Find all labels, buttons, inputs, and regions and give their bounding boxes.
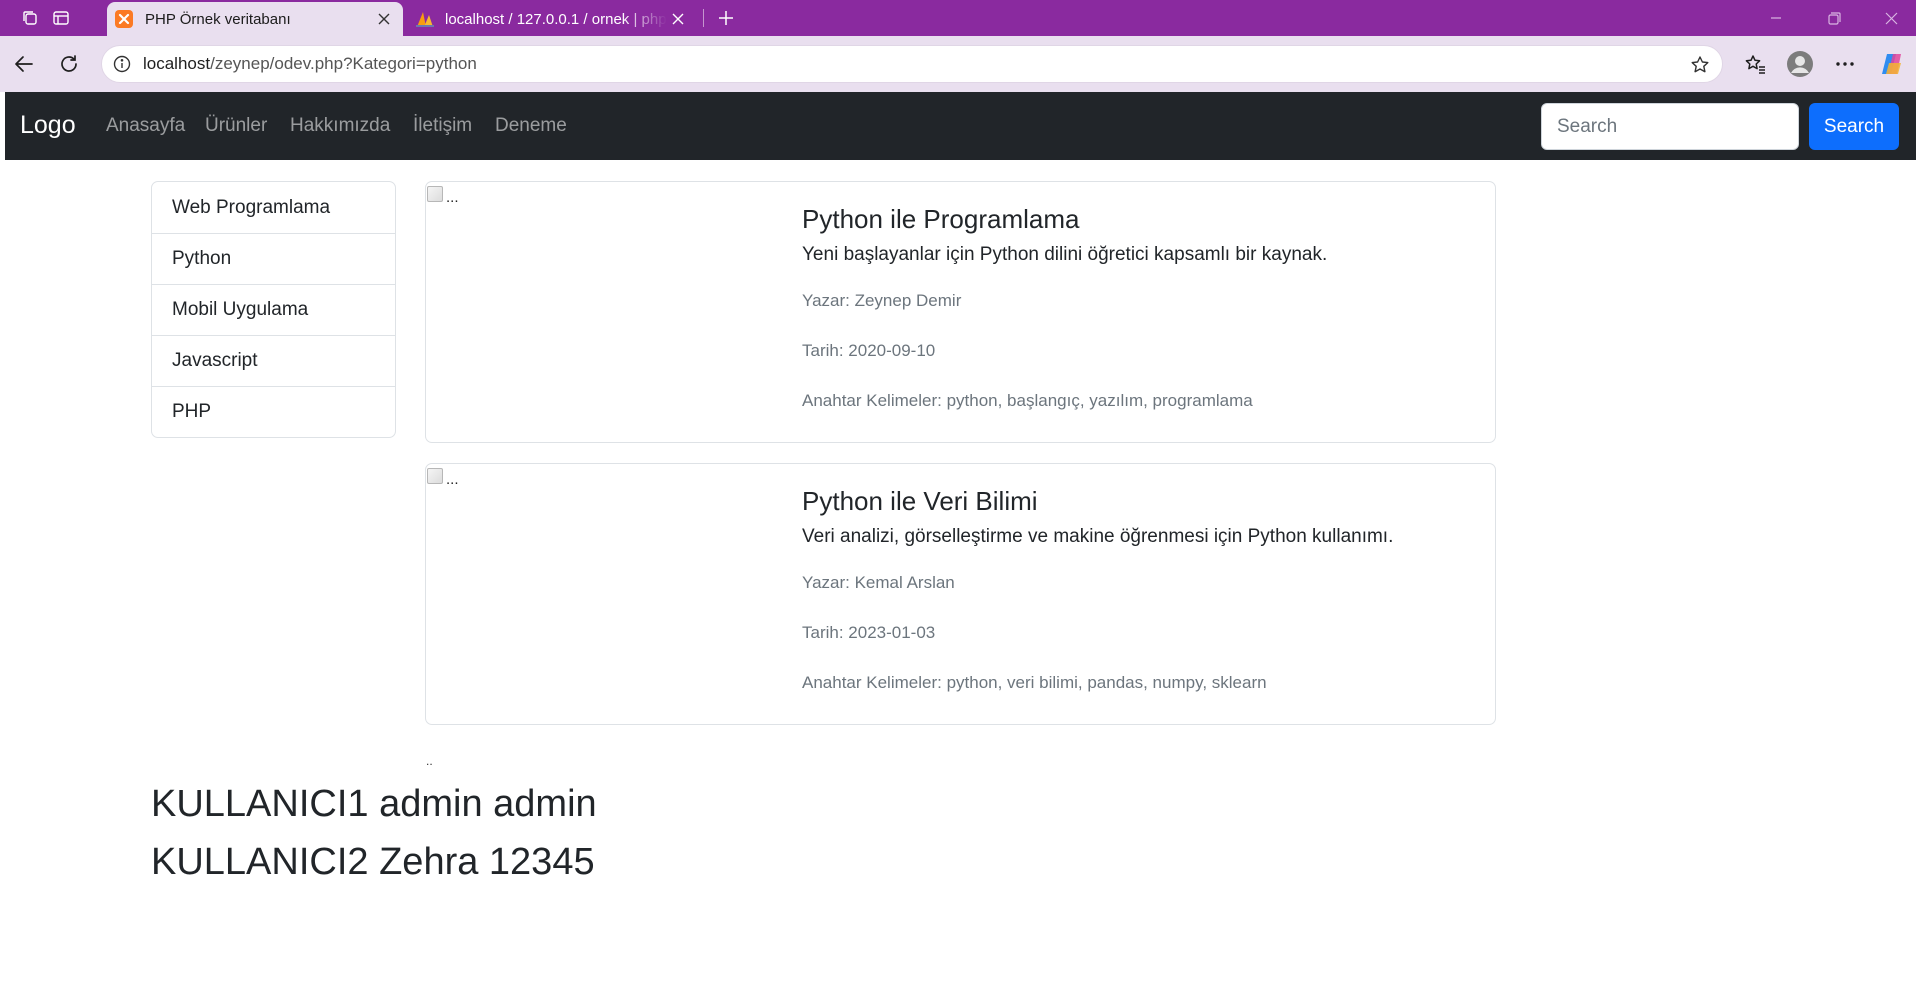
xampp-favicon-icon bbox=[115, 10, 133, 28]
nav-link-iletisim[interactable]: İletişim bbox=[413, 115, 472, 137]
nav-link-anasayfa[interactable]: Anasayfa bbox=[106, 115, 185, 137]
phpmyadmin-favicon-icon bbox=[415, 10, 434, 28]
user-list: KULLANICI1 admin admin KULLANICI2 Zehra … bbox=[151, 775, 597, 891]
card-text: Yeni başlayanlar için Python dilini öğre… bbox=[802, 244, 1328, 265]
nav-link-hakkimizda[interactable]: Hakkımızda bbox=[290, 115, 390, 137]
card-date: Tarih: 2023-01-03 bbox=[802, 623, 936, 642]
browser-toolbar: localhost/zeynep/odev.php?Kategori=pytho… bbox=[0, 36, 1916, 92]
article-card: ... Python ile Programlama Yeni başlayan… bbox=[425, 181, 1496, 443]
tab-title: localhost / 127.0.0.1 / ornek | phpMyAdm… bbox=[445, 10, 667, 28]
nav-link-urunler[interactable]: Ürünler bbox=[205, 115, 267, 137]
broken-image-icon: ... bbox=[427, 468, 459, 488]
user-row: KULLANICI2 Zehra 12345 bbox=[151, 841, 595, 883]
close-tab-icon[interactable] bbox=[373, 8, 395, 30]
site-navbar: Logo Anasayfa Ürünler Hakkımızda İletişi… bbox=[5, 92, 1916, 160]
tab-php-ornek[interactable]: PHP Örnek veritabanı bbox=[107, 2, 403, 36]
category-item-mobil-uygulama[interactable]: Mobil Uygulama bbox=[152, 284, 395, 335]
card-author: Yazar: Zeynep Demir bbox=[802, 291, 962, 310]
card-body: Python ile Programlama Yeni başlayanlar … bbox=[802, 202, 1479, 414]
address-bar[interactable]: localhost/zeynep/odev.php?Kategori=pytho… bbox=[101, 45, 1723, 83]
vertical-tabs-icon[interactable] bbox=[48, 6, 74, 30]
category-item-web-programlama[interactable]: Web Programlama bbox=[152, 182, 395, 233]
url-text: localhost/zeynep/odev.php?Kategori=pytho… bbox=[143, 54, 477, 73]
category-item-javascript[interactable]: Javascript bbox=[152, 335, 395, 386]
category-item-python[interactable]: Python bbox=[152, 233, 395, 284]
tab-title: PHP Örnek veritabanı bbox=[145, 10, 291, 28]
card-title: Python ile Veri Bilimi bbox=[802, 486, 1038, 516]
card-keywords: Anahtar Kelimeler: python, başlangıç, ya… bbox=[802, 391, 1253, 410]
more-options-icon[interactable] bbox=[1829, 48, 1861, 80]
workspaces-icon[interactable] bbox=[17, 6, 43, 30]
browser-tab-bar: PHP Örnek veritabanı localhost / 127.0.0… bbox=[0, 0, 1916, 36]
category-item-php[interactable]: PHP bbox=[152, 386, 395, 437]
site-info-icon[interactable] bbox=[111, 53, 133, 75]
trailing-dots: .. bbox=[426, 754, 433, 768]
card-body: Python ile Veri Bilimi Veri analizi, gör… bbox=[802, 484, 1479, 696]
restore-icon[interactable] bbox=[1814, 4, 1854, 32]
search-button[interactable]: Search bbox=[1809, 103, 1899, 150]
favorite-star-icon[interactable] bbox=[1688, 53, 1712, 77]
favorites-icon[interactable] bbox=[1739, 48, 1771, 80]
tab-separator bbox=[703, 9, 704, 27]
category-list: Web Programlama Python Mobil Uygulama Ja… bbox=[151, 181, 396, 438]
back-icon[interactable] bbox=[8, 48, 40, 80]
card-keywords: Anahtar Kelimeler: python, veri bilimi, … bbox=[802, 673, 1267, 692]
broken-image-icon: ... bbox=[427, 186, 459, 206]
card-text: Veri analizi, görselleştirme ve makine ö… bbox=[802, 526, 1394, 547]
new-tab-icon[interactable] bbox=[713, 6, 739, 30]
card-author: Yazar: Kemal Arslan bbox=[802, 573, 955, 592]
tab-phpmyadmin[interactable]: localhost / 127.0.0.1 / ornek | phpMyAdm… bbox=[407, 2, 697, 36]
card-title: Python ile Programlama bbox=[802, 204, 1080, 234]
reload-icon[interactable] bbox=[53, 48, 85, 80]
minimize-icon[interactable] bbox=[1756, 4, 1796, 32]
card-image: ... bbox=[426, 464, 801, 724]
search-input[interactable] bbox=[1541, 103, 1799, 150]
page-viewport: Logo Anasayfa Ürünler Hakkımızda İletişi… bbox=[5, 92, 1916, 1008]
close-tab-icon[interactable] bbox=[667, 8, 689, 30]
navbar-brand[interactable]: Logo bbox=[20, 111, 76, 140]
nav-link-deneme[interactable]: Deneme bbox=[495, 115, 567, 137]
user-row: KULLANICI1 admin admin bbox=[151, 783, 597, 825]
card-date: Tarih: 2020-09-10 bbox=[802, 341, 936, 360]
close-window-icon[interactable] bbox=[1871, 4, 1911, 32]
profile-avatar-icon[interactable] bbox=[1784, 48, 1816, 80]
card-image: ... bbox=[426, 182, 801, 442]
article-card: ... Python ile Veri Bilimi Veri analizi,… bbox=[425, 463, 1496, 725]
copilot-icon[interactable] bbox=[1876, 48, 1908, 80]
